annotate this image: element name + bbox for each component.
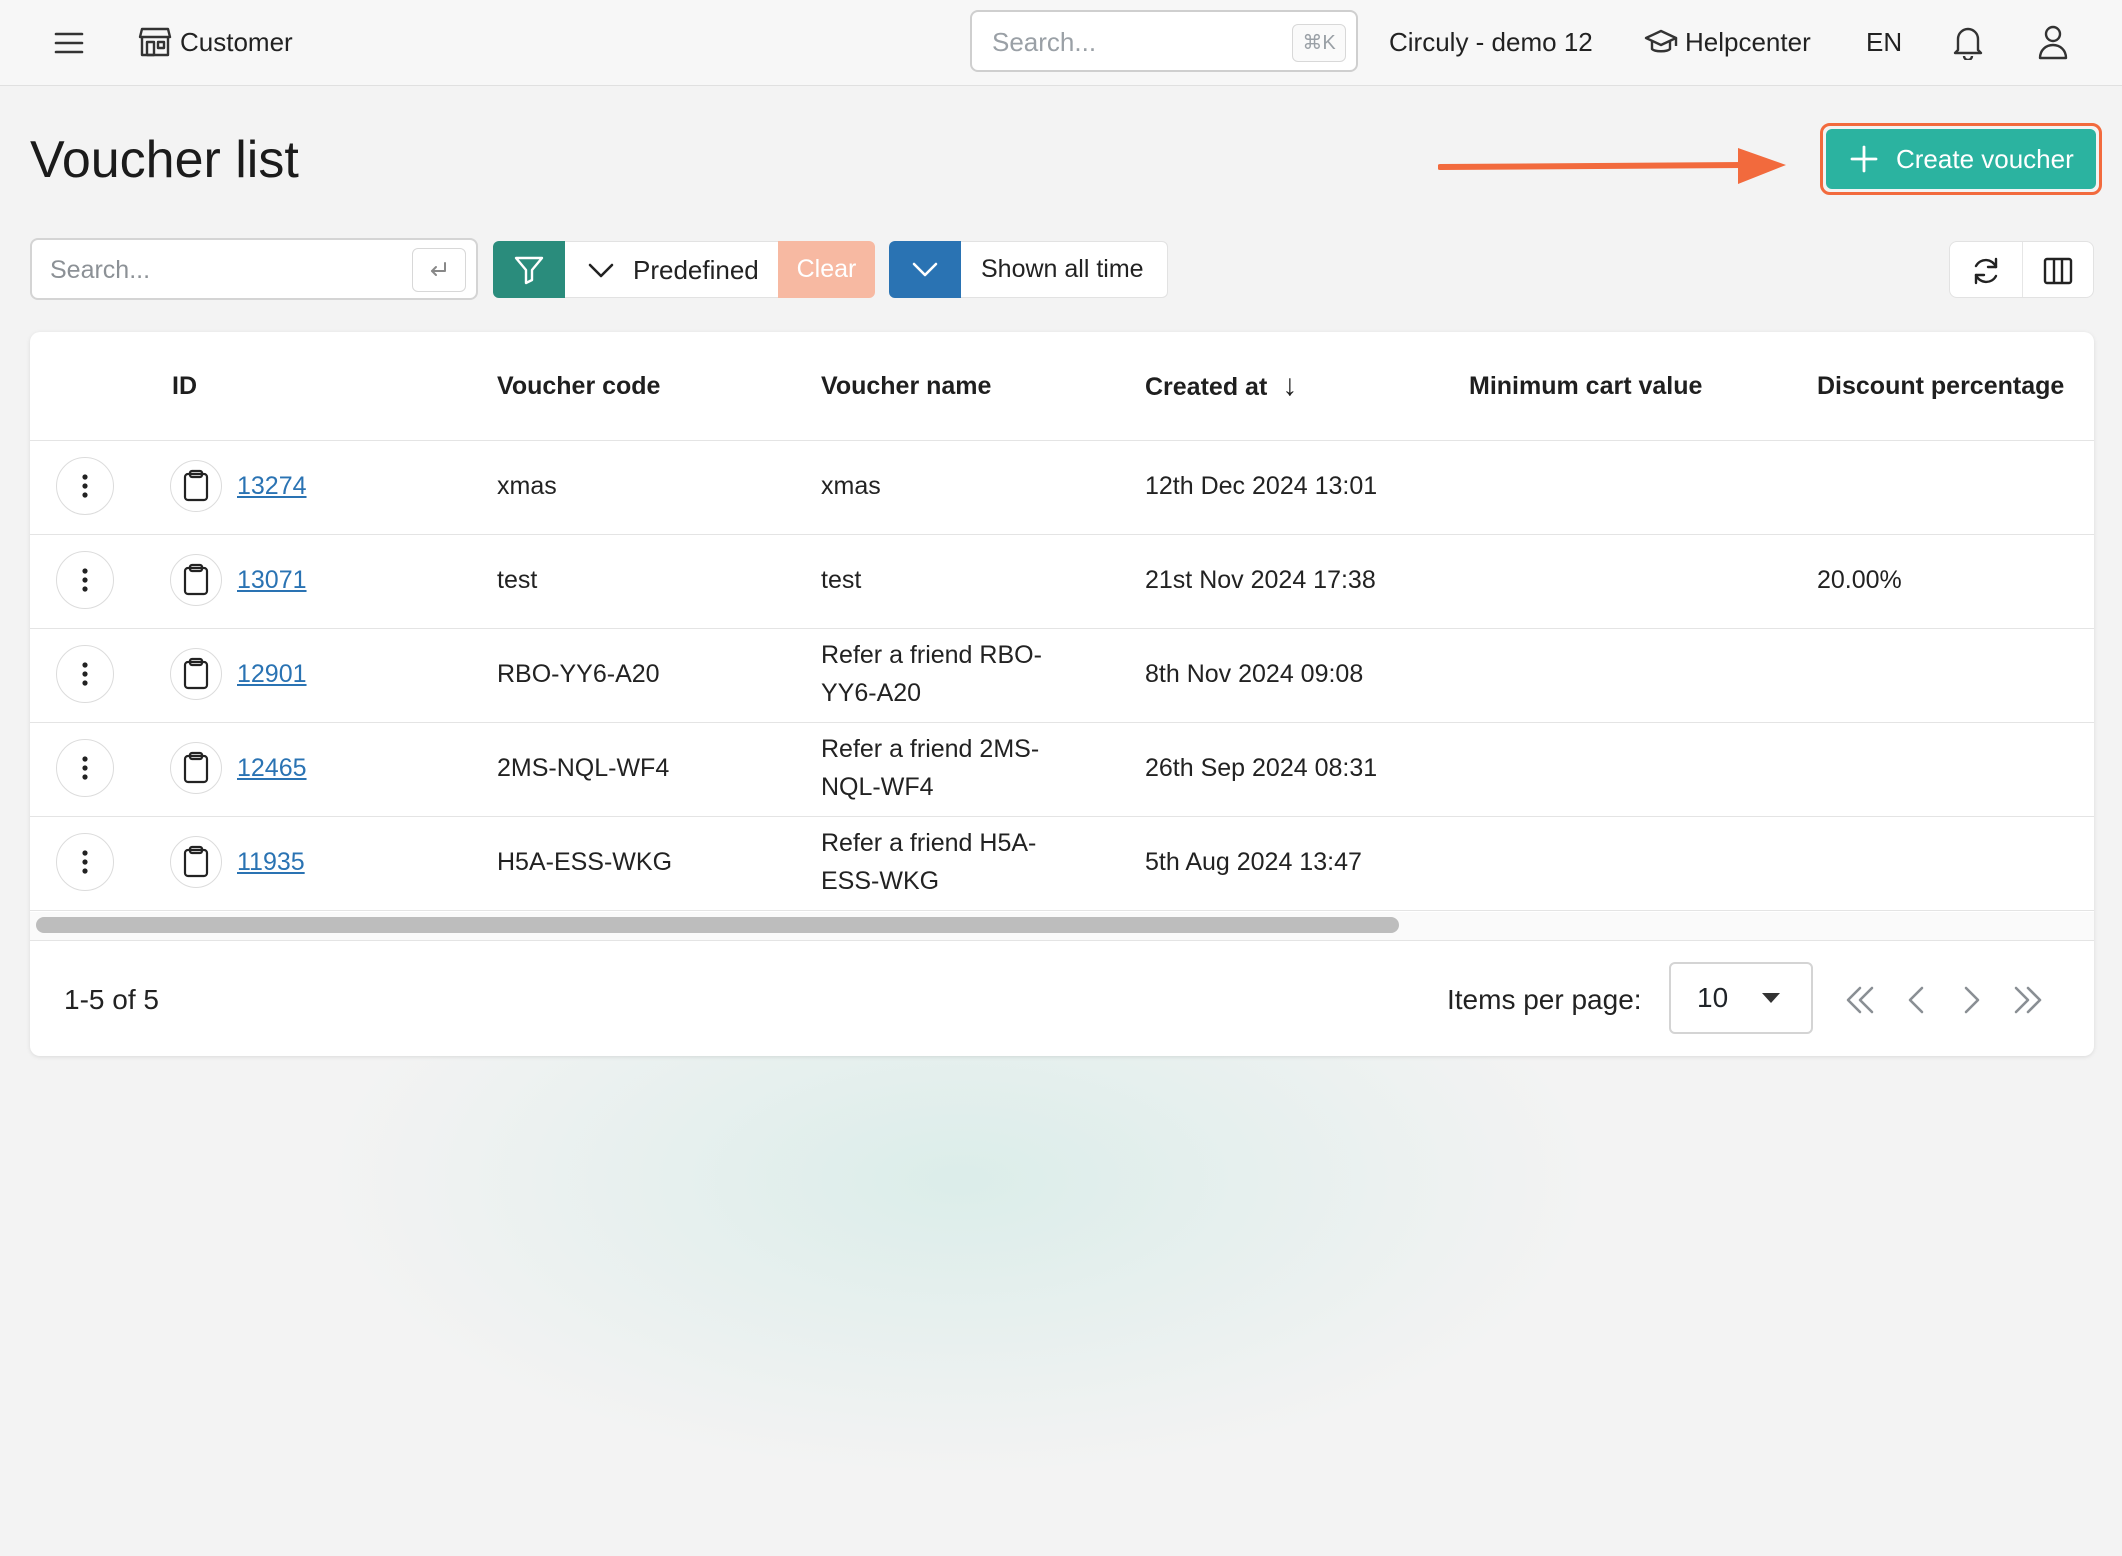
voucher-code: test [497, 566, 538, 594]
pagination-range: 1-5 of 5 [64, 984, 159, 1015]
created-at-label: Created at [1145, 373, 1268, 401]
table-row: 12465 2MS-NQL-WF4 Refer a friend 2MS- NQ… [30, 722, 2094, 817]
kebab-icon[interactable] [56, 551, 114, 609]
items-per-page-label: Items per page: [1447, 984, 1642, 1015]
voucher-id-link[interactable]: 13274 [237, 467, 307, 505]
created-at: 5th Aug 2024 13:47 [1145, 848, 1362, 876]
column-header-discount-percentage[interactable]: Discount percentage [1817, 368, 2064, 404]
voucher-name-line-2: ESS-WKG [821, 867, 940, 895]
column-header-minimum-cart-value[interactable]: Minimum cart value [1469, 368, 1702, 404]
created-at: 12th Dec 2024 13:01 [1145, 472, 1378, 500]
items-per-page-value: 10 [1697, 982, 1729, 1013]
global-search-input[interactable]: Search... ⌘K [970, 10, 1358, 72]
list-search-placeholder: Search... [50, 256, 151, 284]
last-page-icon[interactable] [2012, 980, 2046, 1020]
first-page-icon[interactable] [1842, 980, 1876, 1020]
created-at: 26th Sep 2024 08:31 [1145, 754, 1378, 782]
time-range-toggle[interactable] [889, 241, 961, 298]
table-tools [1949, 241, 2094, 298]
column-header-created-at[interactable]: Created at ↓ [1145, 368, 1297, 405]
voucher-id-link[interactable]: 11935 [237, 843, 305, 881]
kebab-icon[interactable] [56, 645, 114, 703]
list-search-input[interactable]: Search... [30, 238, 478, 300]
clipboard-icon[interactable] [170, 554, 222, 606]
voucher-name: test [821, 566, 862, 594]
voucher-code: xmas [497, 472, 557, 500]
clear-filters-button[interactable]: Clear [778, 241, 875, 298]
page-title: Voucher list [30, 131, 299, 189]
chevron-down-icon [587, 258, 615, 282]
kebab-icon[interactable] [56, 739, 114, 797]
voucher-code: H5A-ESS-WKG [497, 848, 673, 876]
search-placeholder: Search... [992, 27, 1097, 57]
voucher-id-link[interactable]: 12465 [237, 749, 307, 787]
kebab-icon[interactable] [56, 457, 114, 515]
voucher-name-line-2: NQL-WF4 [821, 773, 934, 801]
voucher-code: 2MS-NQL-WF4 [497, 754, 670, 782]
voucher-name-line-2: YY6-A20 [821, 679, 922, 707]
time-range-label[interactable]: Shown all time [961, 241, 1168, 298]
items-per-page-select[interactable]: 10 [1669, 962, 1813, 1034]
voucher-name: xmas [821, 472, 881, 500]
search-shortcut-badge: ⌘K [1292, 24, 1346, 62]
chevron-down-icon [1761, 992, 1781, 1004]
discount-percentage: 20.00% [1817, 566, 1902, 594]
created-at: 8th Nov 2024 09:08 [1145, 660, 1364, 688]
divider [2022, 242, 2023, 297]
voucher-name-line-1: Refer a friend H5A- [821, 829, 1037, 857]
bell-icon[interactable] [1951, 24, 1985, 60]
graduation-cap-icon [1644, 28, 1678, 58]
helpcenter-link[interactable]: Helpcenter [1685, 22, 1811, 62]
menu-icon[interactable] [54, 30, 84, 56]
predefined-label: Predefined [633, 255, 759, 285]
filter-button[interactable] [493, 241, 565, 298]
clipboard-icon[interactable] [170, 742, 222, 794]
create-voucher-label: Create voucher [1896, 144, 2074, 174]
column-header-id[interactable]: ID [172, 368, 197, 404]
voucher-code: RBO-YY6-A20 [497, 660, 660, 688]
app-name[interactable]: Customer [180, 22, 293, 62]
next-page-icon[interactable] [1960, 980, 1984, 1020]
columns-icon[interactable] [2042, 255, 2074, 287]
predefined-filter-dropdown[interactable]: Predefined [565, 241, 778, 298]
filter-icon [513, 254, 545, 286]
account-switcher[interactable]: Circuly - demo 12 [1389, 22, 1593, 62]
annotation-arrow [1438, 146, 1788, 186]
enter-key-icon[interactable] [412, 248, 466, 292]
column-header-voucher-code[interactable]: Voucher code [497, 368, 660, 404]
table-header: ID Voucher code Voucher name Created at … [30, 332, 2094, 441]
sort-indicator: ↓ [1282, 369, 1298, 402]
language-switcher[interactable]: EN [1866, 22, 1902, 62]
top-bar: Customer Search... ⌘K Circuly - demo 12 … [0, 0, 2122, 86]
column-header-voucher-name[interactable]: Voucher name [821, 368, 991, 404]
voucher-name-line-1: Refer a friend RBO- [821, 641, 1042, 669]
table-row: 13274 xmas xmas 12th Dec 2024 13:01 [30, 440, 2094, 535]
refresh-icon[interactable] [1970, 255, 2002, 287]
clipboard-icon[interactable] [170, 648, 222, 700]
chevron-down-icon [911, 257, 939, 281]
voucher-table-card: ID Voucher code Voucher name Created at … [30, 332, 2094, 1056]
horizontal-scrollbar-thumb[interactable] [36, 917, 1399, 933]
plus-icon [1848, 143, 1880, 175]
kebab-icon[interactable] [56, 833, 114, 891]
voucher-id-link[interactable]: 13071 [237, 561, 307, 599]
user-icon[interactable] [2036, 24, 2070, 60]
table-row: 12901 RBO-YY6-A20 Refer a friend RBO- YY… [30, 628, 2094, 723]
voucher-name-line-1: Refer a friend 2MS- [821, 735, 1040, 763]
created-at: 21st Nov 2024 17:38 [1145, 566, 1376, 594]
prev-page-icon[interactable] [1904, 980, 1928, 1020]
clipboard-icon[interactable] [170, 836, 222, 888]
table-row: 13071 test test 21st Nov 2024 17:38 20.0… [30, 534, 2094, 629]
create-voucher-button[interactable]: Create voucher [1826, 129, 2096, 189]
voucher-id-link[interactable]: 12901 [237, 655, 307, 693]
table-row: 11935 H5A-ESS-WKG Refer a friend H5A- ES… [30, 816, 2094, 911]
store-icon [138, 26, 172, 58]
clipboard-icon[interactable] [170, 460, 222, 512]
